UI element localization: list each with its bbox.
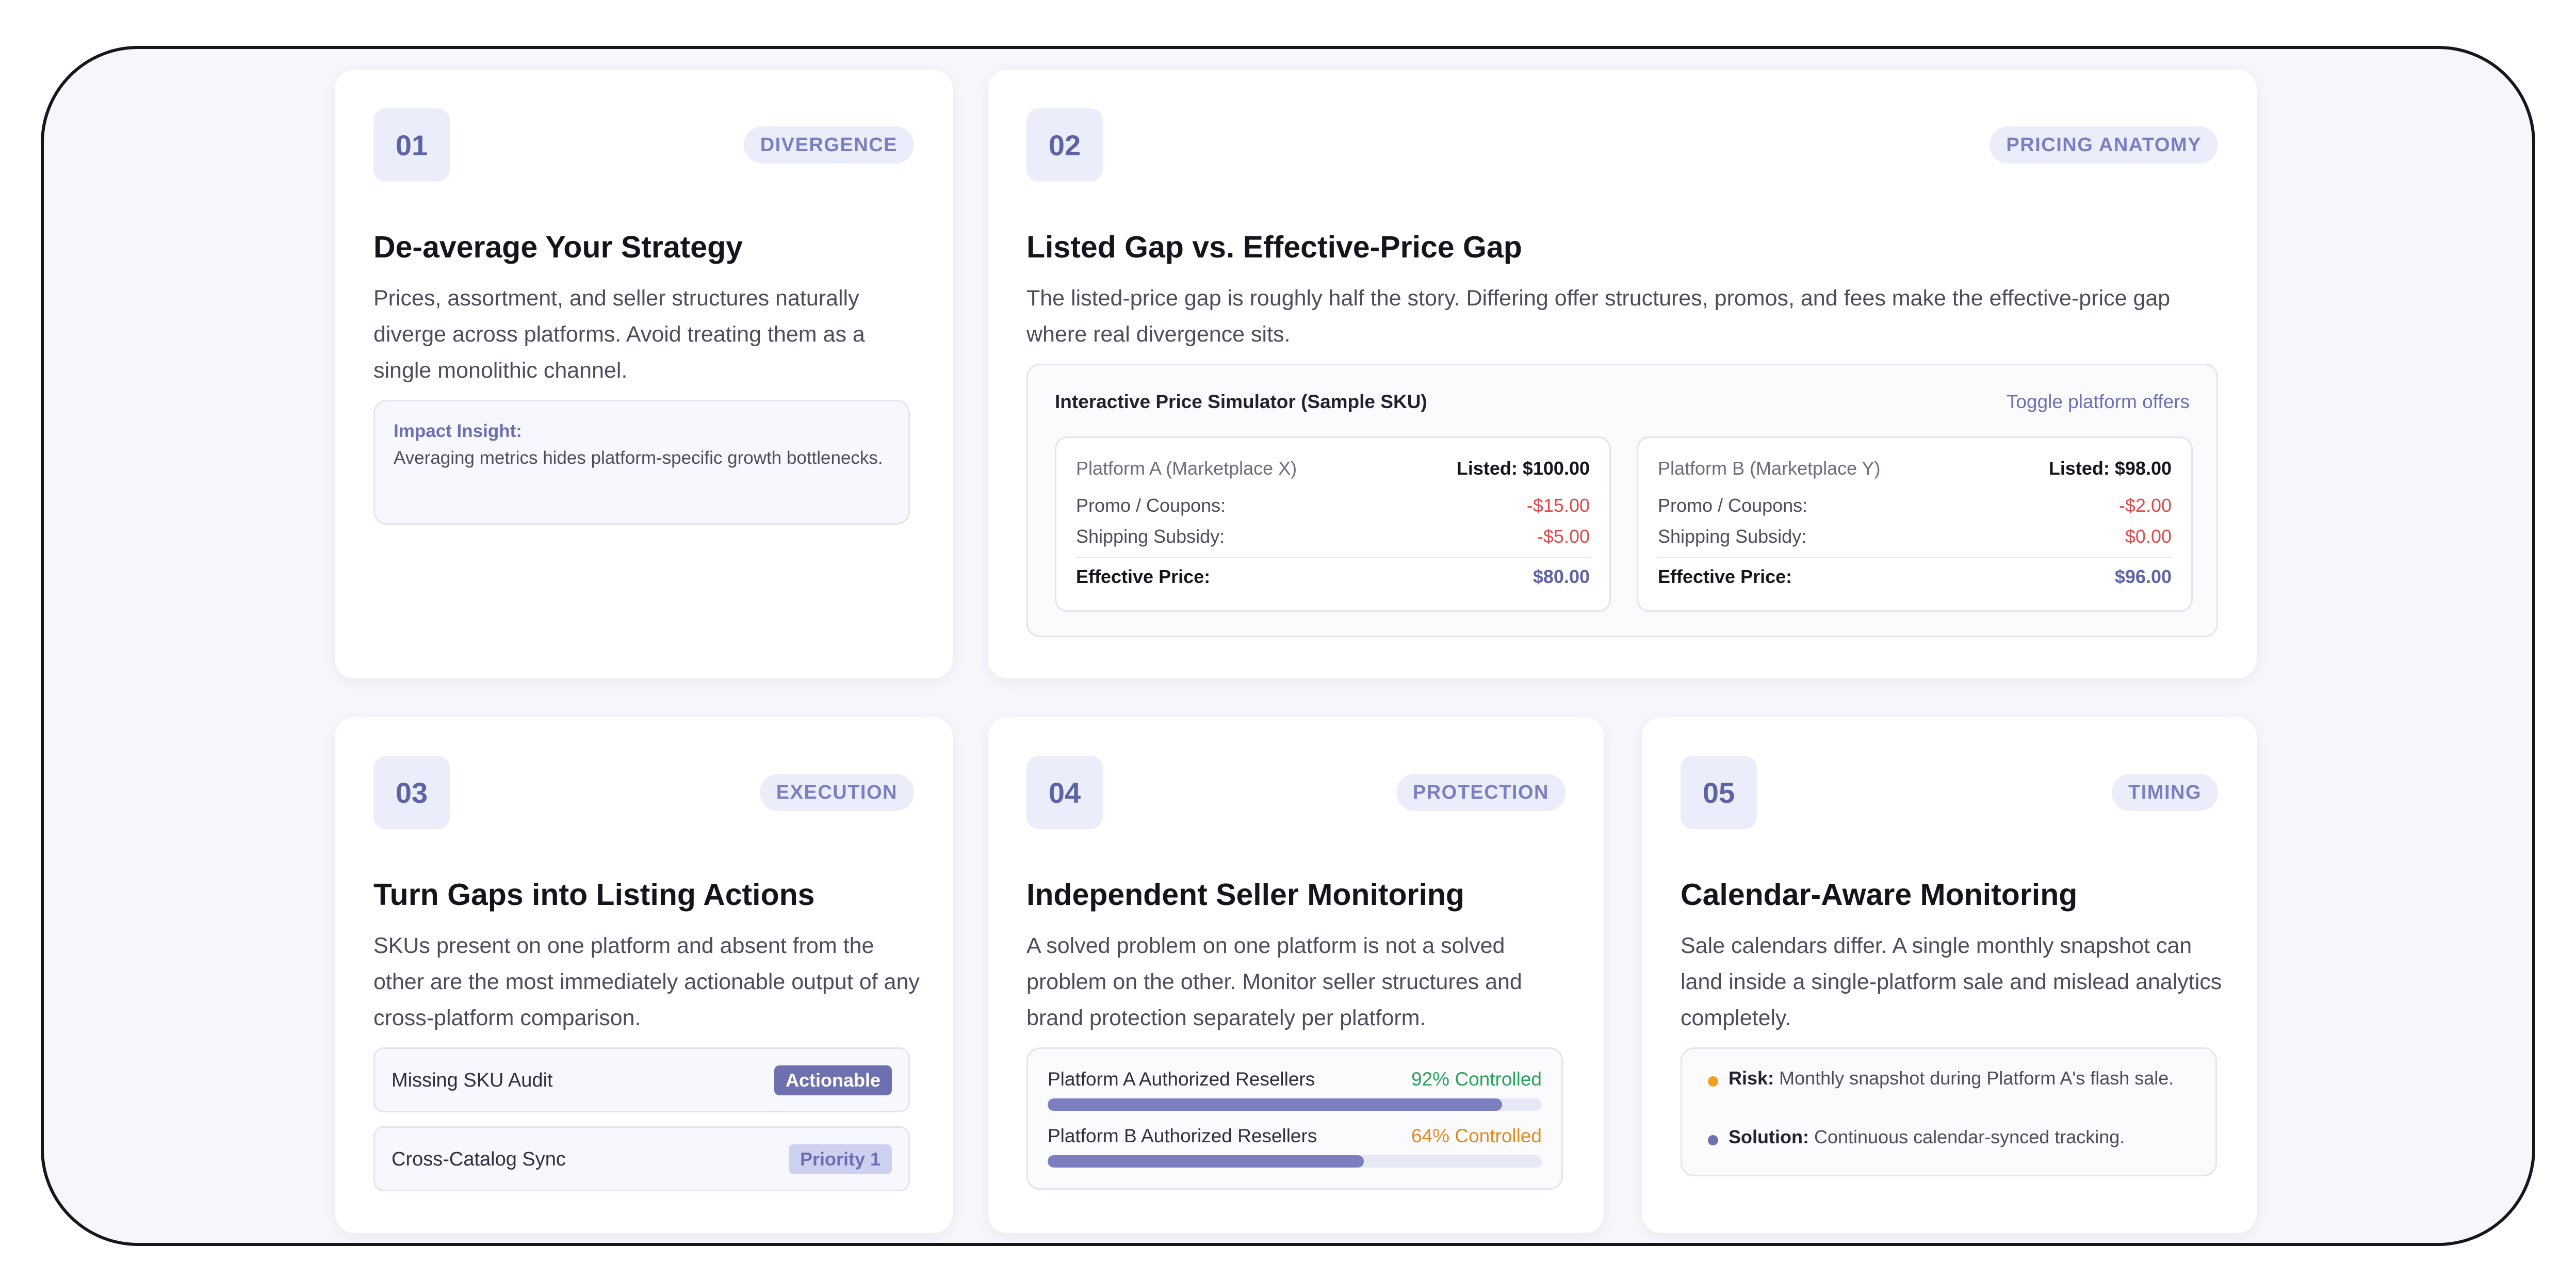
shipping-value: -$5.00	[1537, 526, 1590, 547]
bar-value-label: 64% Controlled	[1411, 1125, 1542, 1146]
row-label: Cross-Catalog Sync	[392, 1148, 566, 1170]
card-number: 03	[373, 756, 450, 829]
shipping-value: $0.00	[2125, 526, 2172, 547]
list-item-missing-sku-audit[interactable]: Missing SKU Audit Actionable	[373, 1047, 910, 1112]
card-title: Listed Gap vs. Effective-Price Gap	[1026, 230, 1522, 264]
card-description: Sale calendars differ. A single monthly …	[1681, 933, 2222, 1030]
promo-label: Promo / Coupons:	[1658, 495, 1808, 516]
effective-price-label: Effective Price:	[1076, 566, 1211, 587]
solution-text: Continuous calendar-synced tracking.	[1814, 1126, 2125, 1147]
solution-dot-icon	[1708, 1135, 1718, 1145]
impact-insight-box: Impact Insight: Averaging metrics hides …	[373, 400, 910, 525]
card-title: Turn Gaps into Listing Actions	[373, 878, 815, 912]
progress-track	[1048, 1155, 1542, 1168]
card-title: Independent Seller Monitoring	[1026, 878, 1464, 912]
risk-solution-box: Risk: Monthly snapshot during Platform A…	[1681, 1047, 2217, 1176]
effective-price-value: $96.00	[2114, 566, 2172, 587]
card-pricing-anatomy: 02 PRICING ANATOMY Listed Gap vs. Effect…	[988, 70, 2257, 678]
row-label: Missing SKU Audit	[392, 1070, 553, 1091]
risk-dot-icon	[1708, 1076, 1718, 1087]
effective-price-label: Effective Price:	[1658, 566, 1792, 587]
bar-value-label: 92% Controlled	[1411, 1068, 1542, 1090]
card-number: 05	[1681, 756, 1757, 829]
promo-label: Promo / Coupons:	[1076, 495, 1226, 516]
promo-value: -$2.00	[2118, 495, 2172, 516]
platform-a-panel: Platform A (Marketplace X) Listed: $100.…	[1055, 436, 1611, 612]
progress-fill-platform-b	[1048, 1155, 1364, 1168]
device-frame: 01 DIVERGENCE De-average Your Strategy P…	[41, 46, 2535, 1246]
progress-fill-platform-a	[1048, 1098, 1503, 1111]
solution-item: Solution: Continuous calendar-synced tra…	[1702, 1125, 2184, 1149]
list-item-cross-catalog-sync[interactable]: Cross-Catalog Sync Priority 1	[373, 1126, 910, 1191]
reseller-monitor-box: Platform A Authorized Resellers 92% Cont…	[1026, 1047, 1563, 1190]
card-number: 02	[1026, 108, 1103, 182]
platform-name: Platform B (Marketplace Y)	[1658, 458, 1881, 479]
card-timing: 05 TIMING Calendar-Aware Monitoring Sale…	[1642, 717, 2257, 1233]
category-tag: PRICING ANATOMY	[1990, 126, 2218, 164]
insight-body: Averaging metrics hides platform-specifi…	[394, 448, 883, 468]
divider	[1658, 557, 2172, 558]
platform-name: Platform A (Marketplace X)	[1076, 458, 1297, 479]
card-description: The listed-price gap is roughly half the…	[1026, 286, 2171, 347]
category-tag: EXECUTION	[759, 774, 914, 811]
divider	[1076, 557, 1590, 558]
card-description: Prices, assortment, and seller structure…	[373, 286, 865, 383]
shipping-label: Shipping Subsidy:	[1658, 526, 1807, 547]
status-badge: Actionable	[774, 1065, 892, 1095]
card-number: 01	[373, 108, 450, 182]
price-simulator: Interactive Price Simulator (Sample SKU)…	[1026, 364, 2218, 637]
progress-track	[1048, 1098, 1542, 1111]
risk-label: Risk:	[1729, 1067, 1774, 1089]
risk-item: Risk: Monthly snapshot during Platform A…	[1702, 1066, 2184, 1090]
shipping-label: Shipping Subsidy:	[1076, 526, 1225, 547]
card-divergence: 01 DIVERGENCE De-average Your Strategy P…	[335, 70, 953, 678]
card-title: Calendar-Aware Monitoring	[1681, 878, 2078, 912]
risk-text: Monthly snapshot during Platform A's fla…	[1779, 1067, 2174, 1089]
bar-label: Platform A Authorized Resellers	[1048, 1068, 1315, 1090]
promo-value: -$15.00	[1526, 495, 1590, 516]
card-description: A solved problem on one platform is not …	[1026, 933, 1522, 1030]
listed-price: Listed: $100.00	[1456, 458, 1590, 479]
category-tag: DIVERGENCE	[743, 126, 914, 164]
priority-badge: Priority 1	[788, 1144, 892, 1174]
card-number: 04	[1026, 756, 1103, 829]
card-execution: 03 EXECUTION Turn Gaps into Listing Acti…	[335, 717, 953, 1233]
platform-b-panel: Platform B (Marketplace Y) Listed: $98.0…	[1637, 436, 2193, 612]
category-tag: TIMING	[2112, 774, 2218, 811]
card-title: De-average Your Strategy	[373, 230, 743, 264]
bar-label: Platform B Authorized Resellers	[1048, 1125, 1317, 1146]
card-protection: 04 PROTECTION Independent Seller Monitor…	[988, 717, 1604, 1233]
listed-price: Listed: $98.00	[2048, 458, 2172, 479]
simulator-title: Interactive Price Simulator (Sample SKU)	[1055, 391, 1427, 412]
category-tag: PROTECTION	[1396, 774, 1566, 811]
card-description: SKUs present on one platform and absent …	[373, 933, 920, 1030]
insight-title: Impact Insight:	[394, 421, 522, 441]
effective-price-value: $80.00	[1532, 566, 1590, 587]
solution-label: Solution:	[1729, 1126, 1809, 1147]
toggle-platform-offers-link[interactable]: Toggle platform offers	[2007, 391, 2190, 413]
